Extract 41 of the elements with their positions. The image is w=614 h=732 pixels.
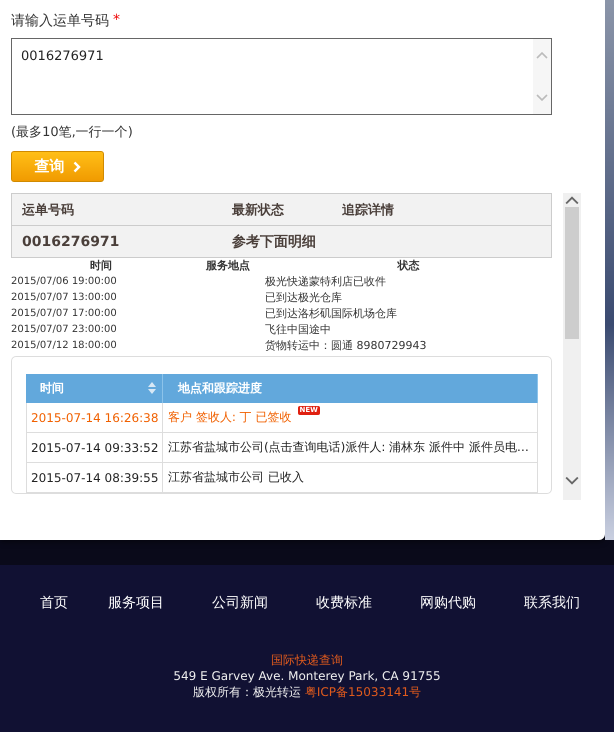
event-time: 2015/07/06 19:00:00 [11,275,118,289]
event-time: 2015/07/07 13:00:00 [11,291,118,305]
nav-link[interactable]: 联系我们 [524,594,580,612]
copyright-text: 版权所有：极光转运 [192,684,301,700]
icp-link[interactable]: 粤ICP备15033141号 [304,684,422,700]
field-label: 请输入运单号码 [11,12,109,31]
footer-title: 国际快递查询 [271,653,343,668]
table-cell: 2015-07-14 16:26:38 [26,403,163,433]
nav-link[interactable]: 首页 [40,594,68,612]
hint-text: (最多10笔,一行一个) [11,124,134,141]
event-time: 2015/07/12 18:00:00 [11,339,118,353]
required-mark: * [113,12,120,30]
table-cell: 2015-07-14 09:33:52 [26,433,163,463]
tracking-detail: 客户 签收人: 丁 已签收 [168,409,292,426]
column-header: 状态 [396,258,420,274]
nav-link[interactable]: 收费标准 [316,594,372,612]
table-cell-text: 参考下面明细 [232,232,317,250]
event-time: 2015/07/07 17:00:00 [11,307,118,321]
column-header: 地点和跟踪进度 [163,374,538,403]
event-status: 已到达极光仓库 [265,290,343,306]
address-text: 549 E Garvey Ave. Monterey Park, CA 91755 [173,668,441,684]
column-header: 服务地点 [204,258,251,274]
chevron-right-icon [72,160,80,172]
event-time: 2015/07/07 23:00:00 [11,323,118,337]
sort-icon [148,382,156,394]
nav-link[interactable]: 服务项目 [108,594,164,612]
table-cell-text: 0016276971 [22,234,120,250]
event-status: 飞往中国途中 [265,322,332,338]
column-header: 时间 [89,258,113,274]
column-header: 运单号码 [22,202,75,218]
tracking-detail: 江苏省盐城市公司(点击查询电话)派件人: 浦林东 派件中 派件员电… [168,439,529,456]
scrollbar[interactable] [563,193,581,500]
event-status: 已到达洛杉矶国际机场仓库 [265,306,398,322]
column-header: 追踪详情 [342,202,395,218]
table-cell: 2015-07-14 08:39:55 [26,463,163,493]
event-status: 极光快递蒙特利店已收件 [265,274,387,290]
tracking-detail: 江苏省盐城市公司 已收入 [168,469,304,486]
nav-link[interactable]: 公司新闻 [212,594,268,612]
column-header: 最新状态 [232,202,285,218]
nav-link[interactable]: 网购代购 [420,594,476,612]
event-status: 货物转运中：圆通 8980729943 [265,338,428,354]
